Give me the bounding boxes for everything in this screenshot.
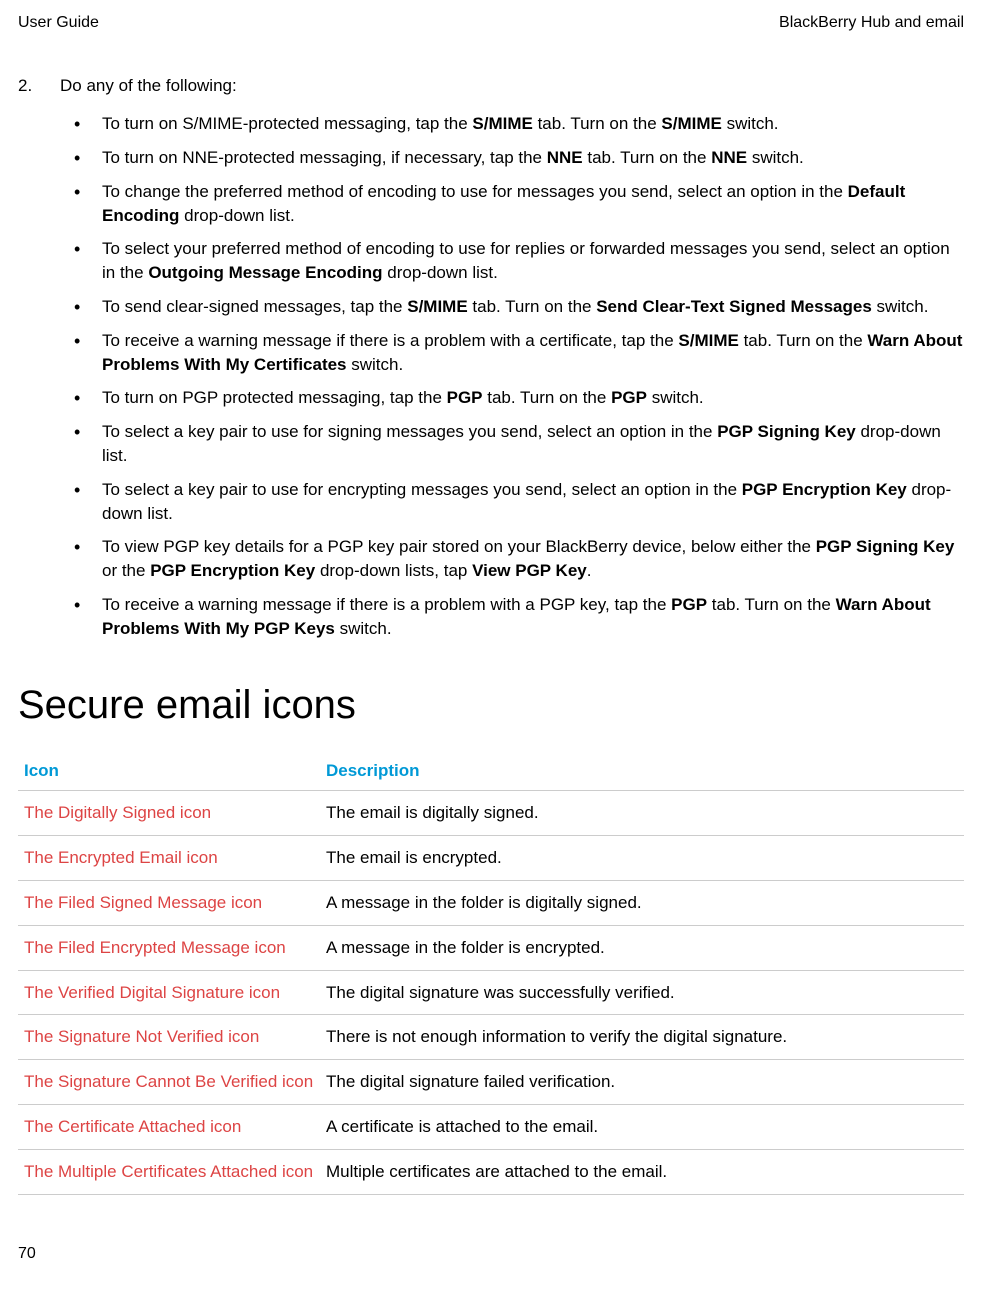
list-item: To turn on NNE-protected messaging, if n…: [74, 146, 964, 170]
page-header: User Guide BlackBerry Hub and email: [18, 12, 964, 34]
icon-name-cell: The Certificate Attached icon: [18, 1104, 320, 1149]
icon-name-cell: The Filed Signed Message icon: [18, 880, 320, 925]
icon-name-cell: The Signature Not Verified icon: [18, 1015, 320, 1060]
list-item: To send clear-signed messages, tap the S…: [74, 295, 964, 319]
step-text: Do any of the following:: [60, 74, 237, 98]
table-row: The Certificate Attached iconA certifica…: [18, 1104, 964, 1149]
step-2: 2. Do any of the following:: [18, 74, 964, 98]
table-row: The Verified Digital Signature iconThe d…: [18, 970, 964, 1015]
icon-name-cell: The Verified Digital Signature icon: [18, 970, 320, 1015]
header-left: User Guide: [18, 12, 99, 34]
table-row: The Multiple Certificates Attached iconM…: [18, 1149, 964, 1194]
icon-description-cell: A certificate is attached to the email.: [320, 1104, 964, 1149]
icon-description-cell: Multiple certificates are attached to th…: [320, 1149, 964, 1194]
list-item: To select a key pair to use for encrypti…: [74, 478, 964, 526]
step-number: 2.: [18, 74, 60, 98]
section-heading: Secure email icons: [18, 677, 964, 733]
list-item: To receive a warning message if there is…: [74, 593, 964, 641]
icons-table: Icon Description The Digitally Signed ic…: [18, 751, 964, 1195]
list-item: To select your preferred method of encod…: [74, 237, 964, 285]
table-row: The Encrypted Email iconThe email is enc…: [18, 836, 964, 881]
table-row: The Signature Not Verified iconThere is …: [18, 1015, 964, 1060]
icon-description-cell: A message in the folder is encrypted.: [320, 925, 964, 970]
icon-name-cell: The Encrypted Email icon: [18, 836, 320, 881]
bullet-list: To turn on S/MIME-protected messaging, t…: [74, 112, 964, 640]
table-header-description: Description: [320, 751, 964, 791]
list-item: To receive a warning message if there is…: [74, 329, 964, 377]
list-item: To select a key pair to use for signing …: [74, 420, 964, 468]
table-row: The Filed Signed Message iconA message i…: [18, 880, 964, 925]
table-header-icon: Icon: [18, 751, 320, 791]
list-item: To turn on PGP protected messaging, tap …: [74, 386, 964, 410]
table-row: The Filed Encrypted Message iconA messag…: [18, 925, 964, 970]
icon-name-cell: The Digitally Signed icon: [18, 791, 320, 836]
header-right: BlackBerry Hub and email: [779, 12, 964, 34]
icon-name-cell: The Signature Cannot Be Verified icon: [18, 1060, 320, 1105]
table-row: The Digitally Signed iconThe email is di…: [18, 791, 964, 836]
icon-name-cell: The Filed Encrypted Message icon: [18, 925, 320, 970]
icon-name-cell: The Multiple Certificates Attached icon: [18, 1149, 320, 1194]
icon-description-cell: The digital signature was successfully v…: [320, 970, 964, 1015]
icon-description-cell: The digital signature failed verificatio…: [320, 1060, 964, 1105]
list-item: To change the preferred method of encodi…: [74, 180, 964, 228]
page-number: 70: [18, 1243, 964, 1265]
icon-description-cell: There is not enough information to verif…: [320, 1015, 964, 1060]
icon-description-cell: The email is encrypted.: [320, 836, 964, 881]
table-row: The Signature Cannot Be Verified iconThe…: [18, 1060, 964, 1105]
list-item: To view PGP key details for a PGP key pa…: [74, 535, 964, 583]
list-item: To turn on S/MIME-protected messaging, t…: [74, 112, 964, 136]
icon-description-cell: A message in the folder is digitally sig…: [320, 880, 964, 925]
icon-description-cell: The email is digitally signed.: [320, 791, 964, 836]
